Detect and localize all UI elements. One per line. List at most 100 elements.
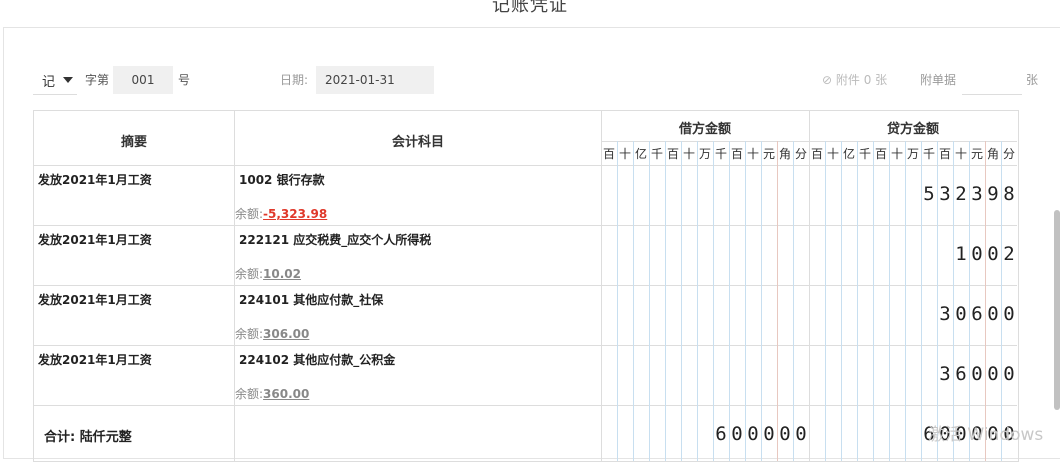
credit-amount-digit: 0 <box>955 303 967 325</box>
credit-amount-digit: 2 <box>955 183 967 205</box>
debit-unit-label: 百 <box>602 147 615 161</box>
date-label: 日期: <box>280 73 309 87</box>
unit-divider <box>873 141 874 461</box>
credit-amount-digit: 3 <box>939 303 951 325</box>
row-account[interactable]: 224101 其他应付款_社保 <box>239 291 383 308</box>
credit-amount-digit: 3 <box>971 183 983 205</box>
credit-header: 贷方金额 <box>886 122 939 137</box>
total-debit-digit: 0 <box>795 423 807 445</box>
row-summary[interactable]: 发放2021年1月工资 <box>38 291 152 308</box>
debit-unit-label: 万 <box>698 147 711 161</box>
date-input[interactable]: 2021-01-31 <box>316 66 434 94</box>
row-balance-value: 306.00 <box>263 327 310 341</box>
debit-unit-label: 角 <box>778 147 791 161</box>
row-balance-value: 10.02 <box>263 267 302 281</box>
total-debit-digit: 0 <box>731 423 743 445</box>
voucher-table: 摘要 会计科目 借方金额 贷方金额 百十亿千百十万千百十元角分百十亿千百十万千百… <box>33 110 1019 462</box>
unit-divider <box>761 141 762 461</box>
credit-amount-digit: 0 <box>971 363 983 385</box>
credit-amount-digit: 0 <box>987 303 999 325</box>
row-divider <box>34 225 1017 226</box>
debit-unit-label: 千 <box>714 147 727 161</box>
unit-divider <box>777 141 778 461</box>
credit-unit-label: 亿 <box>842 147 855 161</box>
credit-amount-digit: 3 <box>939 183 951 205</box>
summary-header: 摘要 <box>120 135 147 150</box>
unit-divider <box>633 141 634 461</box>
debit-unit-label: 百 <box>666 147 679 161</box>
debit-header: 借方金额 <box>678 122 731 137</box>
credit-amount-digit: 0 <box>971 243 983 265</box>
windows-watermark: 激活 Windows <box>928 425 1044 445</box>
unit-divider <box>665 141 666 461</box>
paperclip-icon: ⊘ <box>822 73 833 87</box>
attach-doc-label: 附单据 <box>920 73 957 87</box>
account-header: 会计科目 <box>391 135 444 150</box>
total-debit-digit: 0 <box>779 423 791 445</box>
unit-divider <box>681 141 682 461</box>
total-debit-digit: 6 <box>715 423 727 445</box>
unit-divider <box>825 141 826 461</box>
row-balance: 余额:306.00 <box>235 327 310 341</box>
row-balance: 余额:-5,323.98 <box>235 207 328 221</box>
unit-divider <box>889 141 890 461</box>
attachment-button[interactable]: ⊘ 附件 0 张 <box>822 66 887 94</box>
row-summary[interactable]: 发放2021年1月工资 <box>38 231 152 248</box>
debit-unit-label: 千 <box>650 147 663 161</box>
debit-unit-label: 百 <box>730 147 743 161</box>
credit-unit-label: 十 <box>954 147 967 161</box>
unit-divider <box>745 141 746 461</box>
credit-amount-digit: 0 <box>1003 303 1015 325</box>
voucher-number-input[interactable]: 001 <box>113 66 173 94</box>
row-divider <box>34 345 1017 346</box>
credit-amount-digit: 0 <box>987 243 999 265</box>
unit-divider <box>713 141 714 461</box>
debit-unit-label: 十 <box>682 147 695 161</box>
scrollbar[interactable] <box>1054 210 1060 410</box>
row-summary[interactable]: 发放2021年1月工资 <box>38 171 152 188</box>
row-balance: 余额:10.02 <box>235 267 302 281</box>
credit-unit-label: 百 <box>938 147 951 161</box>
debit-unit-label: 亿 <box>634 147 647 161</box>
credit-unit-label: 万 <box>906 147 919 161</box>
debit-unit-label: 元 <box>762 147 775 161</box>
column-divider <box>809 111 810 461</box>
voucher-type-value: 记 <box>42 74 56 90</box>
credit-amount-digit: 8 <box>1003 183 1015 205</box>
credit-unit-label: 分 <box>1002 147 1015 161</box>
credit-amount-digit: 6 <box>955 363 967 385</box>
attach-doc-count-input[interactable] <box>962 66 1022 95</box>
credit-amount-digit: 6 <box>971 303 983 325</box>
credit-amount-digit: 3 <box>939 363 951 385</box>
row-balance-value: -5,323.98 <box>263 207 328 221</box>
credit-unit-label: 元 <box>970 147 983 161</box>
unit-divider <box>985 141 986 461</box>
unit-divider <box>697 141 698 461</box>
row-account[interactable]: 1002 银行存款 <box>239 171 325 188</box>
row-account[interactable]: 222121 应交税费_应交个人所得税 <box>239 231 431 248</box>
unit-divider <box>953 141 954 461</box>
unit-divider <box>921 141 922 461</box>
credit-unit-label: 十 <box>890 147 903 161</box>
row-divider <box>34 285 1017 286</box>
total-debit-digit: 0 <box>763 423 775 445</box>
credit-unit-label: 十 <box>826 147 839 161</box>
credit-amount-digit: 0 <box>987 363 999 385</box>
credit-amount-digit: 0 <box>1003 363 1015 385</box>
voucher-type-select[interactable]: 记 <box>33 66 77 95</box>
row-divider <box>34 405 1017 406</box>
unit-divider <box>905 141 906 461</box>
row-summary[interactable]: 发放2021年1月工资 <box>38 351 152 368</box>
zi-di-label: 字第 <box>85 73 110 87</box>
row-balance: 余额:360.00 <box>235 387 310 401</box>
unit-divider <box>937 141 938 461</box>
unit-divider <box>729 141 730 461</box>
credit-amount-digit: 9 <box>987 183 999 205</box>
attachment-label: 附件 0 张 <box>835 73 888 87</box>
credit-unit-label: 百 <box>874 147 887 161</box>
debit-unit-label: 十 <box>618 147 631 161</box>
unit-divider <box>617 141 618 461</box>
page-title: 记账凭证 <box>492 0 568 16</box>
credit-unit-label: 千 <box>922 147 935 161</box>
row-account[interactable]: 224102 其他应付款_公积金 <box>239 351 395 368</box>
